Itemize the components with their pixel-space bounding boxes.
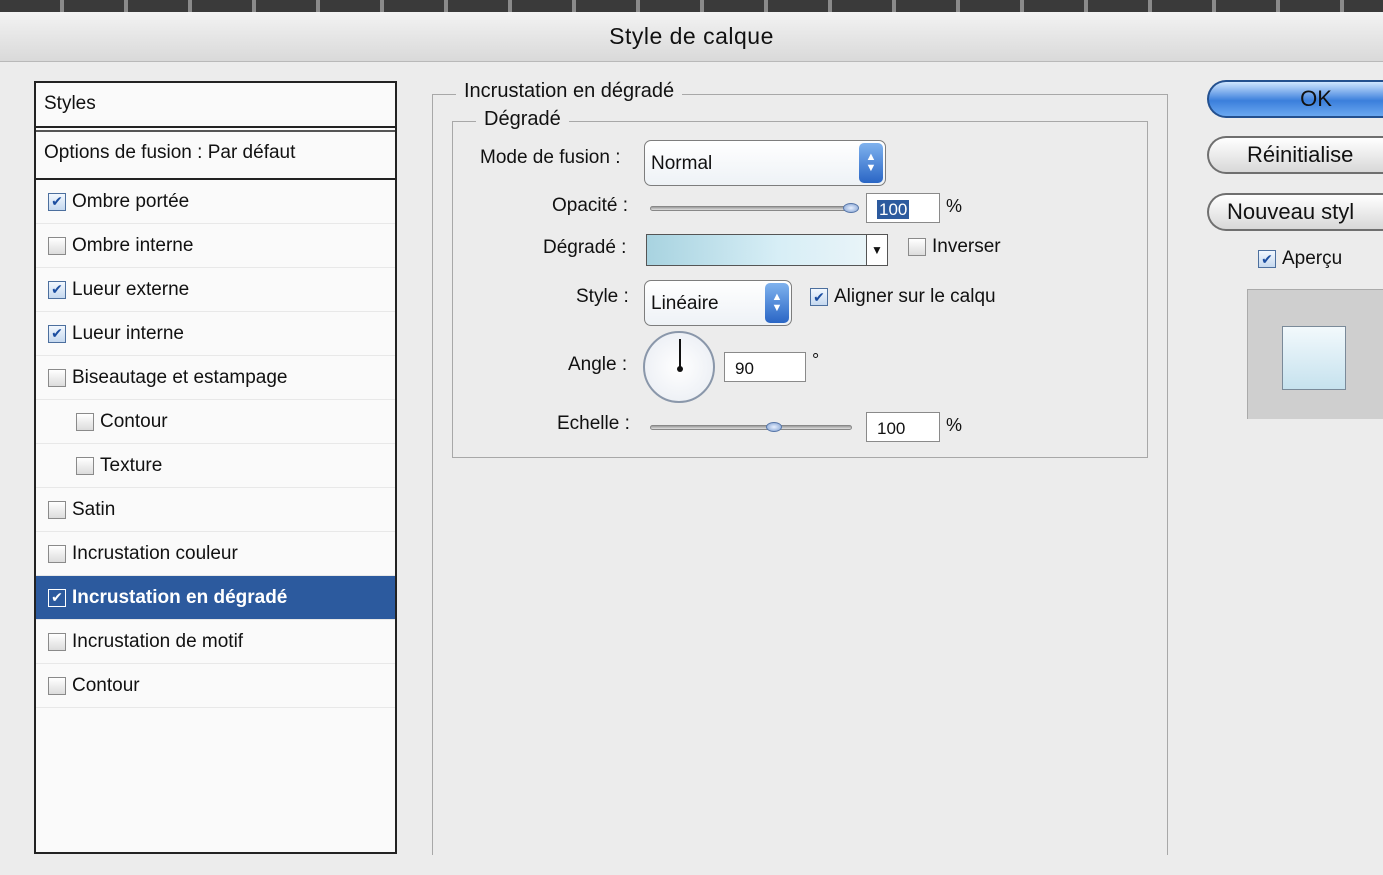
style-item-label: Ombre portée xyxy=(72,190,190,212)
blend-mode-select[interactable]: Normal ▲ ▼ xyxy=(644,140,886,186)
styles-header[interactable]: Styles xyxy=(36,83,395,128)
style-item[interactable]: Contour xyxy=(36,400,395,444)
gradient-preview-swatch[interactable] xyxy=(646,234,868,266)
style-item-label: Texture xyxy=(100,454,163,476)
scale-slider-thumb[interactable] xyxy=(766,422,782,432)
checkmark-icon[interactable]: ✔ xyxy=(48,192,66,211)
window-top-edge xyxy=(0,0,1383,12)
style-item-label: Incrustation de motif xyxy=(72,630,244,652)
gradient-subgroup-title: Dégradé xyxy=(476,108,569,131)
style-item-label: Contour xyxy=(100,410,168,432)
new-style-button[interactable]: Nouveau styl xyxy=(1207,193,1383,231)
style-item[interactable]: ✔ Incrustation en dégradé xyxy=(36,576,395,620)
style-item-label: Incrustation couleur xyxy=(72,542,238,564)
opacity-label: Opacité : xyxy=(552,195,629,216)
style-item-label: Incrustation en dégradé xyxy=(72,586,288,608)
checkbox-icon[interactable] xyxy=(76,412,94,431)
style-item-label: Lueur interne xyxy=(72,322,184,344)
angle-dial[interactable] xyxy=(643,331,715,403)
dialog-title: Style de calque xyxy=(609,23,774,49)
style-item[interactable]: Ombre interne xyxy=(36,224,395,268)
reverse-checkbox-box[interactable] xyxy=(908,238,926,256)
scale-slider[interactable] xyxy=(650,425,852,430)
align-checkmark-icon[interactable]: ✔ xyxy=(810,288,828,306)
ok-button[interactable]: OK xyxy=(1207,80,1383,118)
select-arrows-icon: ▲ ▼ xyxy=(859,143,883,183)
reverse-checkbox[interactable]: Inverser xyxy=(908,236,1001,258)
style-item[interactable]: ✔ Lueur interne xyxy=(36,312,395,356)
select-arrows-icon: ▲ ▼ xyxy=(765,283,789,323)
style-item-label: Satin xyxy=(72,498,116,520)
checkmark-icon[interactable]: ✔ xyxy=(48,280,66,299)
checkbox-icon[interactable] xyxy=(48,676,66,695)
checkbox-icon[interactable] xyxy=(48,368,66,387)
angle-unit: ° xyxy=(812,350,820,370)
gradient-overlay-group-title: Incrustation en dégradé xyxy=(456,80,683,103)
scale-label: Echelle : xyxy=(557,413,630,434)
scale-input[interactable]: 100 xyxy=(866,412,940,442)
opacity-input[interactable]: 100 xyxy=(866,193,940,223)
blending-options-item[interactable]: Options de fusion : Par défaut xyxy=(36,130,395,180)
checkbox-icon[interactable] xyxy=(76,456,94,475)
style-item-label: Lueur externe xyxy=(72,278,190,300)
angle-input[interactable]: 90 xyxy=(724,352,806,382)
opacity-slider[interactable] xyxy=(650,206,858,211)
style-item[interactable]: Texture xyxy=(36,444,395,488)
align-with-layer-checkbox[interactable]: ✔ Aligner sur le calqu xyxy=(810,286,996,308)
style-item[interactable]: ✔ Ombre portée xyxy=(36,180,395,224)
blend-mode-label: Mode de fusion : xyxy=(480,147,621,168)
angle-dial-needle xyxy=(679,339,681,369)
dialog-title-bar: Style de calque xyxy=(0,12,1383,62)
reset-button[interactable]: Réinitialise xyxy=(1207,136,1383,174)
style-preview-box xyxy=(1247,289,1383,419)
style-item[interactable]: Biseautage et estampage xyxy=(36,356,395,400)
preview-checkbox[interactable]: ✔ Aperçu xyxy=(1258,248,1342,270)
checkmark-icon[interactable]: ✔ xyxy=(48,588,66,607)
style-items-list: ✔ Ombre portée Ombre interne ✔ Lueur externe… xyxy=(36,180,395,708)
opacity-slider-thumb[interactable] xyxy=(843,203,859,213)
angle-dial-center xyxy=(677,366,683,372)
style-item[interactable]: Contour xyxy=(36,664,395,708)
checkbox-icon[interactable] xyxy=(48,500,66,519)
opacity-unit: % xyxy=(946,196,963,216)
style-item-label: Contour xyxy=(72,674,140,696)
style-item[interactable]: Incrustation couleur xyxy=(36,532,395,576)
style-label: Style : xyxy=(576,286,629,307)
checkbox-icon[interactable] xyxy=(48,632,66,651)
style-item-label: Ombre interne xyxy=(72,234,194,256)
angle-label: Angle : xyxy=(568,354,628,375)
style-preview-swatch xyxy=(1282,326,1346,390)
gradient-label: Dégradé : xyxy=(543,237,627,258)
checkbox-icon[interactable] xyxy=(48,236,66,255)
checkbox-icon[interactable] xyxy=(48,544,66,563)
style-item-label: Biseautage et estampage xyxy=(72,366,288,388)
gradient-dropdown-arrow-icon[interactable]: ▼ xyxy=(866,234,888,266)
style-item[interactable]: ✔ Lueur externe xyxy=(36,268,395,312)
style-select[interactable]: Linéaire ▲ ▼ xyxy=(644,280,792,326)
checkmark-icon[interactable]: ✔ xyxy=(48,324,66,343)
style-item[interactable]: Satin xyxy=(36,488,395,532)
styles-list-panel: Styles Options de fusion : Par défaut ✔ O… xyxy=(34,81,397,854)
style-item[interactable]: Incrustation de motif xyxy=(36,620,395,664)
preview-checkmark-icon[interactable]: ✔ xyxy=(1258,250,1276,268)
scale-unit: % xyxy=(946,415,963,435)
